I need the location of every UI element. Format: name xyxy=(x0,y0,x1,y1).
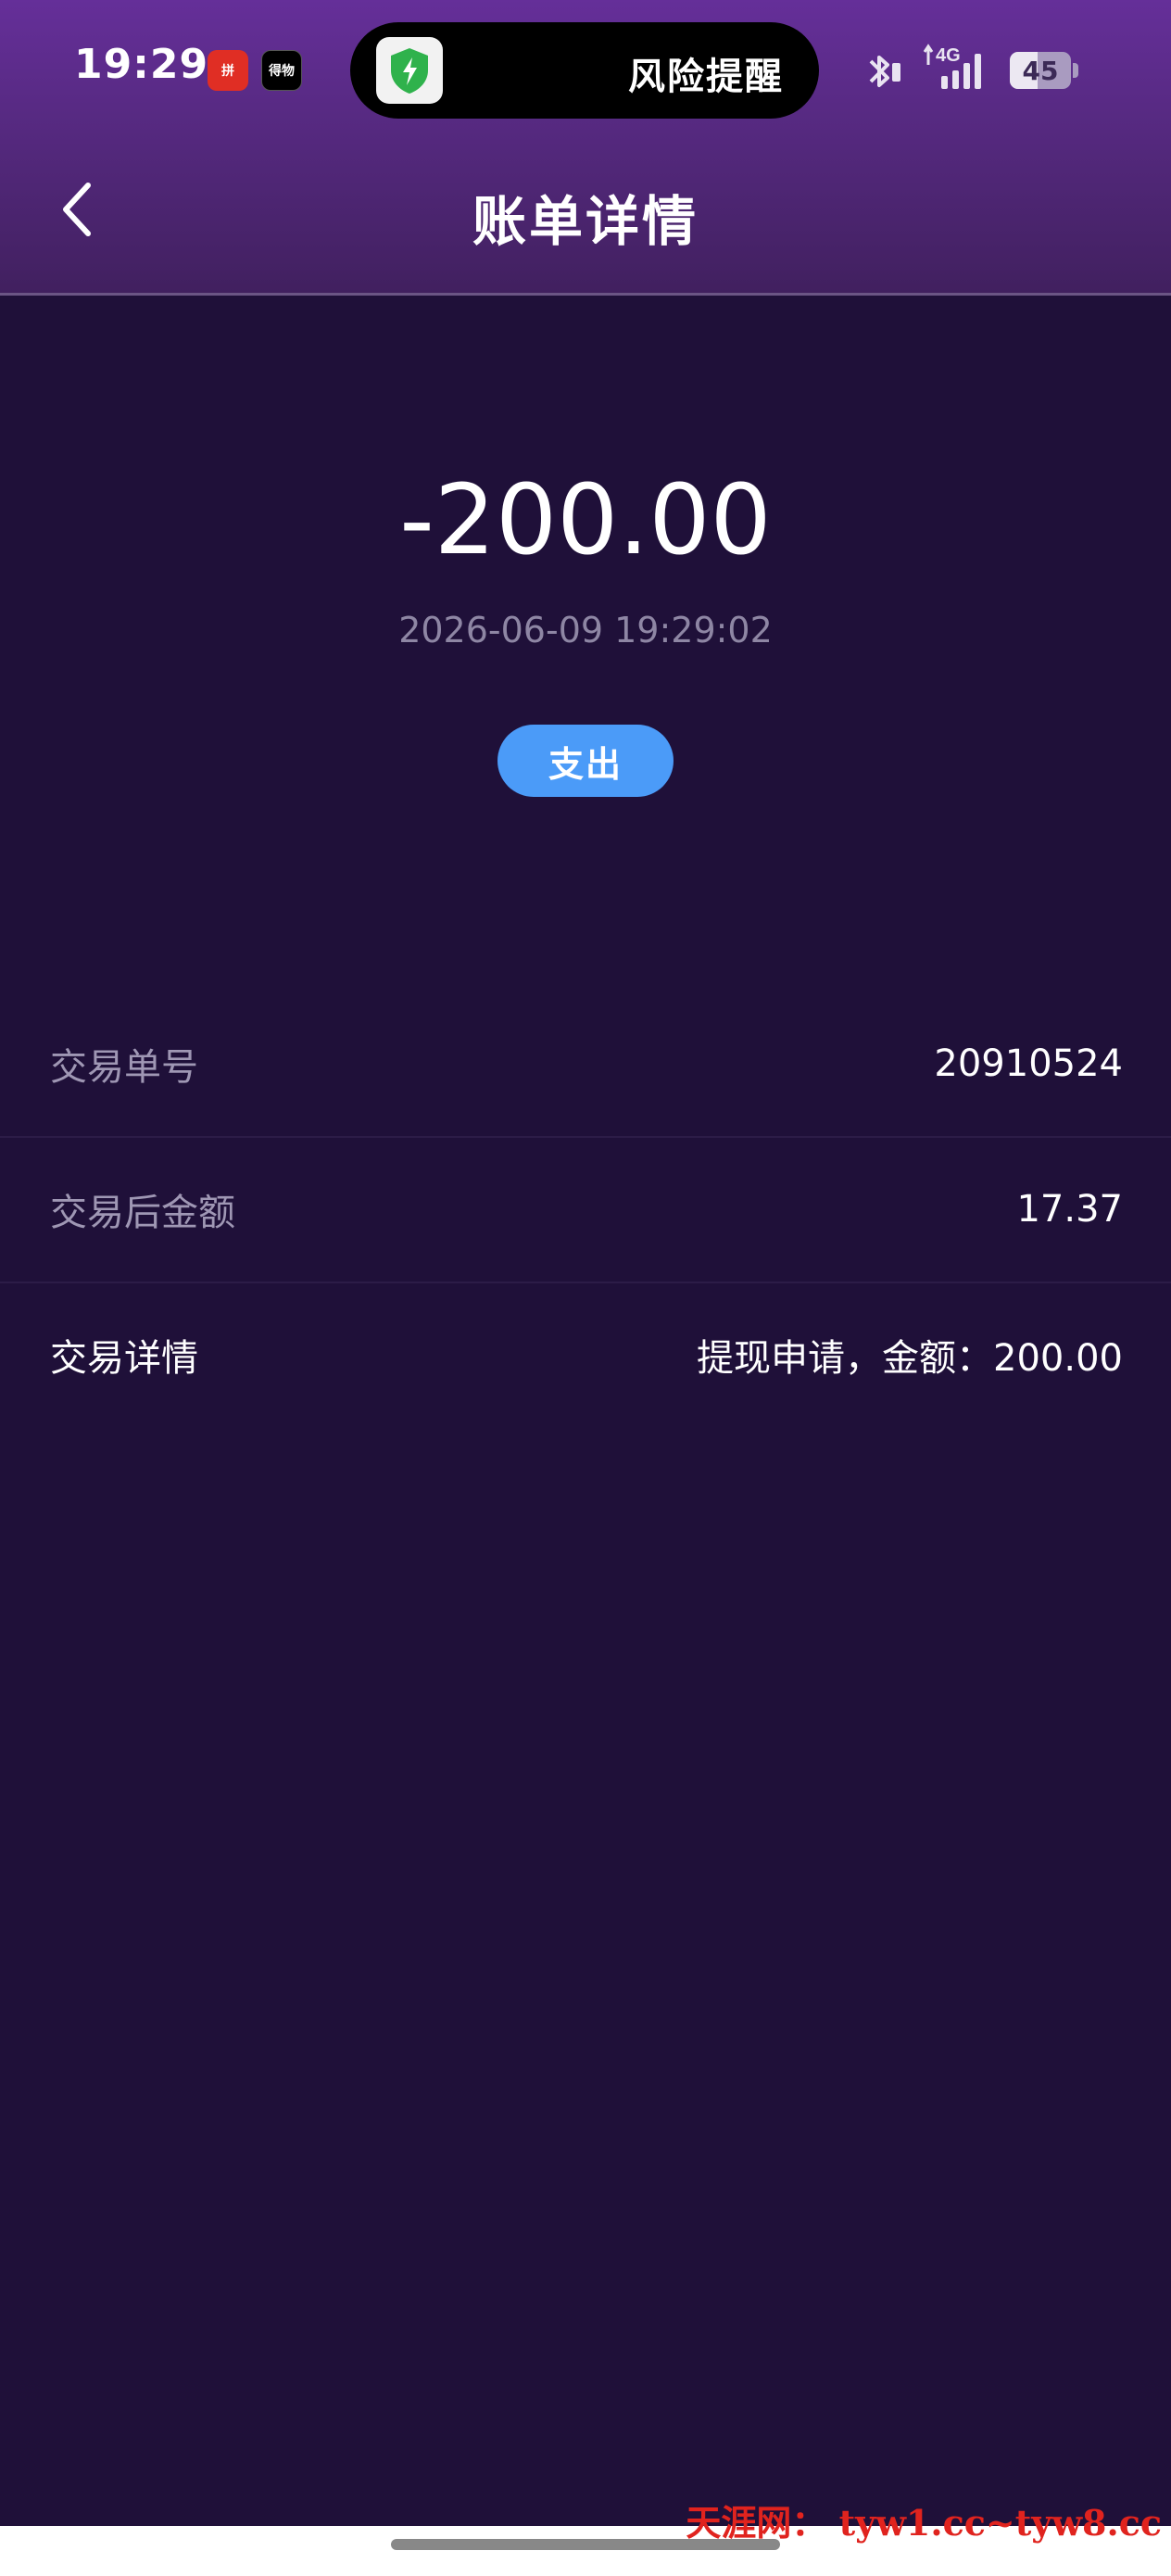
dewu-app-icon: 得物 xyxy=(261,50,302,91)
transaction-amount: -200.00 xyxy=(399,463,772,576)
status-time: 19:29 xyxy=(74,41,209,88)
battery-icon: 45 xyxy=(1010,52,1071,89)
battery-tip xyxy=(1073,63,1078,78)
battery-level: 45 xyxy=(1022,55,1059,86)
detail-row-order-number: 交易单号 20910524 xyxy=(0,991,1171,1136)
network-type-label: 4G xyxy=(936,45,961,66)
detail-label: 交易详情 xyxy=(50,1337,198,1380)
detail-label: 交易后金额 xyxy=(50,1192,235,1234)
page-title: 账单详情 xyxy=(472,190,699,253)
transaction-type-badge: 支出 xyxy=(497,725,674,797)
detail-value: 20910524 xyxy=(934,1042,1123,1085)
transaction-datetime: 2026-06-09 19:29:02 xyxy=(398,610,773,650)
detail-row-balance-after: 交易后金额 17.37 xyxy=(0,1137,1171,1282)
pinduoduo-app-icon: 拼 xyxy=(208,50,248,91)
detail-value: 提现申请，金额：200.00 xyxy=(697,1337,1123,1380)
header-divider xyxy=(0,293,1171,296)
risk-alert-text: 风险提醒 xyxy=(628,56,784,98)
security-shield-icon xyxy=(376,37,443,104)
bluetooth-icon xyxy=(862,48,904,98)
detail-row-transaction-details: 交易详情 提现申请，金额：200.00 xyxy=(0,1282,1171,1427)
cellular-signal-icon: 4G xyxy=(923,41,997,100)
watermark-text: 天涯网： tyw1.cc~tyw8.cc xyxy=(686,2502,1162,2544)
dynamic-island-alert[interactable]: 风险提醒 xyxy=(350,22,819,119)
detail-label: 交易单号 xyxy=(50,1046,198,1089)
detail-value: 17.37 xyxy=(1016,1188,1123,1231)
